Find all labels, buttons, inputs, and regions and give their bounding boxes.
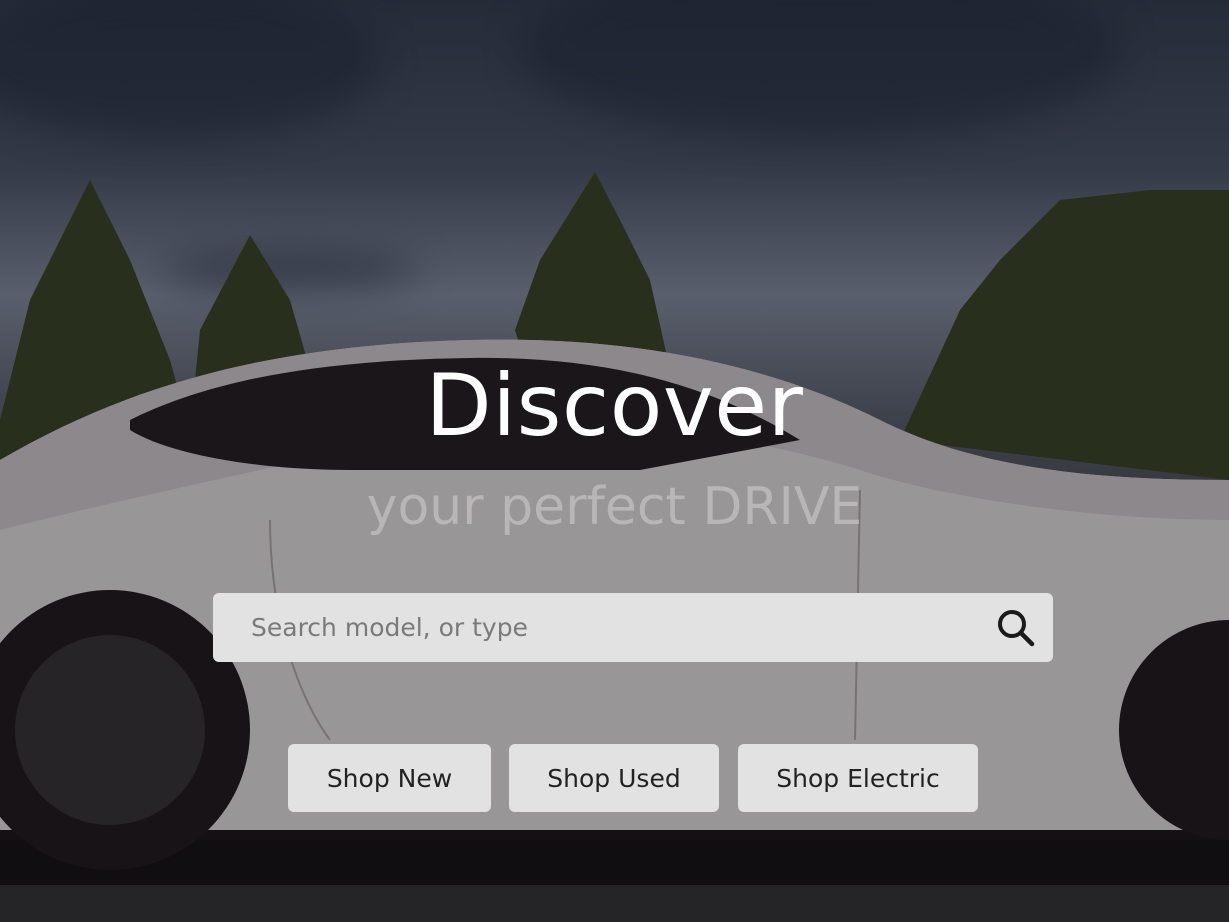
- hero-headline: Discover: [425, 356, 804, 456]
- shop-used-button[interactable]: Shop Used: [509, 744, 719, 812]
- shop-electric-button[interactable]: Shop Electric: [738, 744, 978, 812]
- hero-section: Discover your perfect DRIVE Shop New Sho…: [0, 0, 1229, 922]
- search-input[interactable]: [249, 596, 993, 659]
- shop-new-button[interactable]: Shop New: [288, 744, 491, 812]
- search-bar: [213, 593, 1053, 662]
- hero-content: Discover your perfect DRIVE Shop New Sho…: [0, 0, 1229, 922]
- hero-subheadline: your perfect DRIVE: [366, 477, 863, 537]
- search-button[interactable]: [993, 605, 1039, 651]
- search-icon: [998, 610, 1035, 647]
